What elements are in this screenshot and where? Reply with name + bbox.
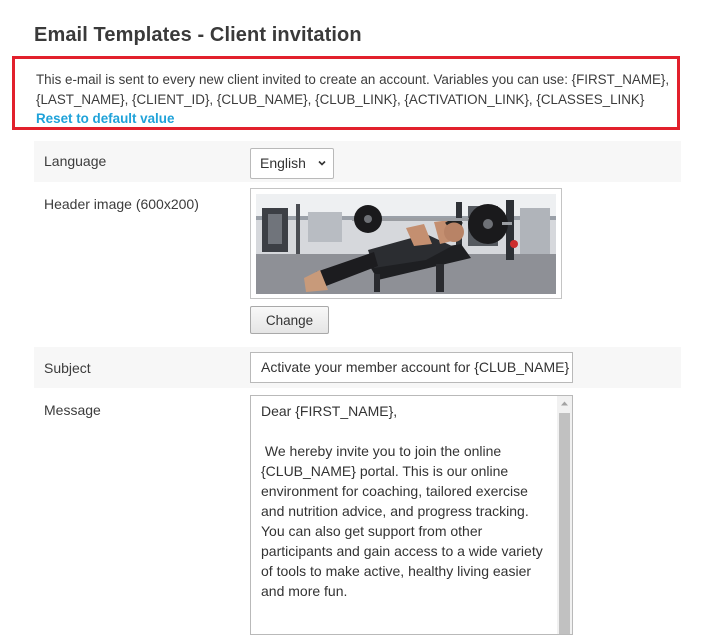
header-image-label: Header image (600x200) (44, 196, 199, 212)
change-image-button[interactable]: Change (250, 306, 329, 334)
language-label: Language (44, 153, 107, 169)
subject-row: Subject Activate your member account for… (34, 347, 681, 388)
subject-input[interactable]: Activate your member account for {CLUB_N… (250, 352, 573, 383)
chevron-down-icon (318, 160, 326, 166)
scroll-up-arrow-icon[interactable] (557, 396, 572, 411)
language-select[interactable]: English (250, 148, 334, 179)
subject-label: Subject (44, 360, 91, 376)
template-description: This e-mail is sent to every new client … (36, 72, 670, 107)
template-info-box: This e-mail is sent to every new client … (12, 56, 680, 130)
scroll-thumb[interactable] (559, 413, 570, 634)
page-title: Email Templates - Client invitation (34, 24, 362, 46)
language-selected-value: English (260, 155, 306, 171)
header-image-row: Header image (600x200) Change (34, 188, 681, 338)
message-textarea[interactable]: Dear {FIRST_NAME}, We hereby invite you … (250, 395, 573, 635)
language-row: Language English (34, 141, 681, 182)
message-row: Message Dear {FIRST_NAME}, We hereby inv… (34, 390, 681, 635)
message-label: Message (44, 402, 101, 418)
header-image (256, 194, 556, 294)
message-text: Dear {FIRST_NAME}, We hereby invite you … (261, 403, 543, 599)
message-scrollbar[interactable] (557, 396, 572, 634)
reset-default-link[interactable]: Reset to default value (36, 111, 174, 126)
header-image-preview (250, 188, 562, 299)
